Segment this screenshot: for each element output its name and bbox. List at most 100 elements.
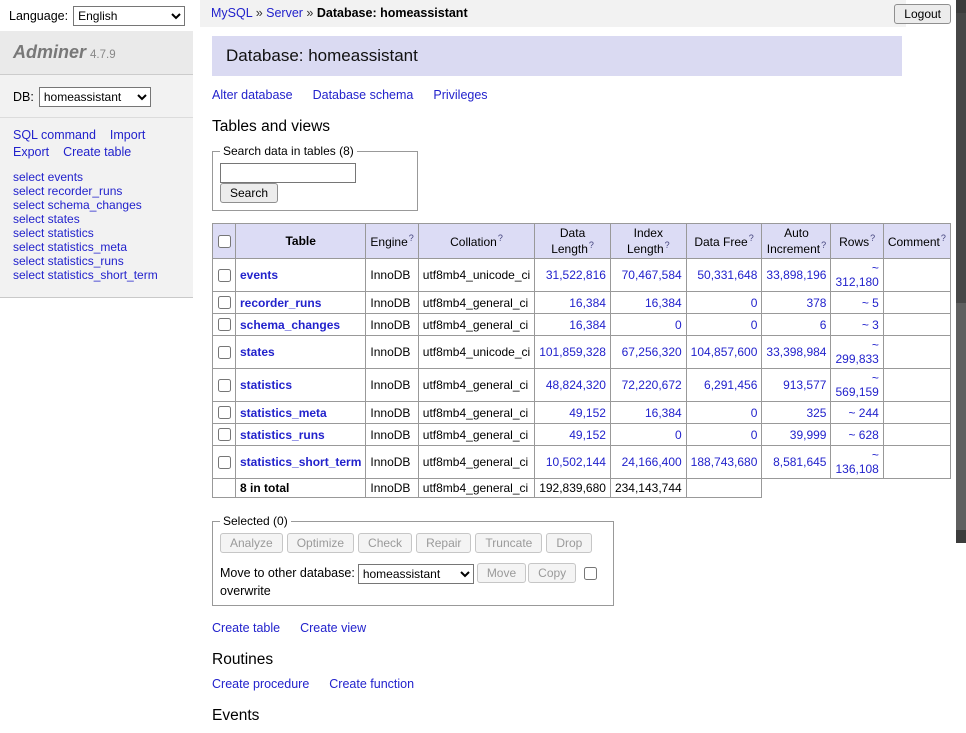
index-length-link[interactable]: 0 [675,428,682,442]
index-length-link[interactable]: 0 [675,318,682,332]
sidebar-select-events[interactable]: select events [13,171,180,184]
help-icon[interactable]: ? [589,240,594,250]
overwrite-checkbox[interactable] [584,567,597,580]
row-checkbox-events[interactable] [218,269,231,282]
auto-increment-link[interactable]: 33,398,984 [766,345,826,359]
scrollbar[interactable] [956,0,966,543]
breadcrumb-link-server[interactable]: Server [266,6,303,20]
auto-increment-link[interactable]: 33,898,196 [766,268,826,282]
language-select[interactable]: English [73,6,185,26]
help-icon[interactable]: ? [409,233,414,243]
index-length-link[interactable]: 16,384 [645,296,682,310]
row-checkbox-statistics-runs[interactable] [218,428,231,441]
index-length-link[interactable]: 70,467,584 [622,268,682,282]
search-input[interactable] [220,163,356,183]
data-free-link[interactable]: 50,331,648 [697,268,757,282]
data-length-link[interactable]: 101,859,328 [539,345,606,359]
data-free-link[interactable]: 6,291,456 [704,378,757,392]
sidebar-link-sql-command[interactable]: SQL command [13,128,96,142]
bulk-optimize-button[interactable]: Optimize [287,533,354,553]
row-checkbox-statistics[interactable] [218,379,231,392]
data-free-link[interactable]: 0 [751,296,758,310]
bulk-check-button[interactable]: Check [358,533,412,553]
sidebar-select-statistics-runs[interactable]: select statistics_runs [13,255,180,268]
auto-increment-link[interactable]: 913,577 [783,378,826,392]
table-link-statistics[interactable]: statistics [240,378,292,392]
sidebar-select-statistics-meta[interactable]: select statistics_meta [13,241,180,254]
privileges-link[interactable]: Privileges [433,88,487,102]
create-view-link[interactable]: Create view [300,621,366,635]
table-link-recorder-runs[interactable]: recorder_runs [240,296,321,310]
index-length-link[interactable]: 72,220,672 [622,378,682,392]
data-length-link[interactable]: 16,384 [569,296,606,310]
sidebar-link-export[interactable]: Export [13,145,49,159]
sidebar-select-statistics[interactable]: select statistics [13,227,180,240]
scroll-up-arrow[interactable] [956,0,966,13]
index-length-link[interactable]: 16,384 [645,406,682,420]
auto-increment-link[interactable]: 6 [820,318,827,332]
sidebar-link-import[interactable]: Import [110,128,145,142]
table-link-statistics-short-term[interactable]: statistics_short_term [240,455,361,469]
help-icon[interactable]: ? [749,233,754,243]
move-button[interactable]: Move [477,563,526,583]
bulk-repair-button[interactable]: Repair [416,533,471,553]
data-free-link[interactable]: 0 [751,318,758,332]
auto-increment-link[interactable]: 8,581,645 [773,455,826,469]
db-select[interactable]: homeassistant [39,87,151,107]
row-checkbox-recorder-runs[interactable] [218,296,231,309]
help-icon[interactable]: ? [498,233,503,243]
move-db-select[interactable]: homeassistant [358,564,474,584]
data-free-link[interactable]: 188,743,680 [691,455,758,469]
create-table-link[interactable]: Create table [212,621,280,635]
rows-link[interactable]: ~ 312,180 [835,261,878,289]
create-procedure-link[interactable]: Create procedure [212,677,309,691]
sidebar-select-states[interactable]: select states [13,213,180,226]
index-length-link[interactable]: 67,256,320 [622,345,682,359]
sidebar-select-statistics-short-term[interactable]: select statistics_short_term [13,269,180,282]
data-length-link[interactable]: 48,824,320 [546,378,606,392]
help-icon[interactable]: ? [941,233,946,243]
rows-link[interactable]: ~ 136,108 [835,448,878,476]
alter-database-link[interactable]: Alter database [212,88,293,102]
data-length-link[interactable]: 10,502,144 [546,455,606,469]
row-checkbox-states[interactable] [218,346,231,359]
select-all-checkbox[interactable] [218,235,231,248]
auto-increment-link[interactable]: 39,999 [790,428,827,442]
bulk-truncate-button[interactable]: Truncate [475,533,542,553]
rows-link[interactable]: ~ 244 [848,406,878,420]
sidebar-select-schema-changes[interactable]: select schema_changes [13,199,180,212]
scroll-down-arrow[interactable] [956,530,966,543]
row-checkbox-statistics-meta[interactable] [218,406,231,419]
table-link-events[interactable]: events [240,268,278,282]
database-schema-link[interactable]: Database schema [313,88,414,102]
scroll-thumb[interactable] [956,13,966,303]
data-free-link[interactable]: 0 [751,428,758,442]
row-checkbox-statistics-short-term[interactable] [218,456,231,469]
table-link-statistics-meta[interactable]: statistics_meta [240,406,327,420]
rows-link[interactable]: ~ 299,833 [835,338,878,366]
breadcrumb-link-mysql[interactable]: MySQL [211,6,252,20]
data-length-link[interactable]: 49,152 [569,406,606,420]
help-icon[interactable]: ? [665,240,670,250]
index-length-link[interactable]: 24,166,400 [622,455,682,469]
search-button[interactable]: Search [220,183,278,203]
help-icon[interactable]: ? [870,233,875,243]
sidebar-link-create-table[interactable]: Create table [63,145,131,159]
create-function-link[interactable]: Create function [329,677,414,691]
rows-link[interactable]: ~ 5 [862,296,879,310]
rows-link[interactable]: ~ 628 [848,428,878,442]
logout-button[interactable]: Logout [894,4,951,24]
rows-link[interactable]: ~ 3 [862,318,879,332]
sidebar-select-recorder-runs[interactable]: select recorder_runs [13,185,180,198]
bulk-drop-button[interactable]: Drop [546,533,592,553]
row-checkbox-schema-changes[interactable] [218,318,231,331]
table-link-schema-changes[interactable]: schema_changes [240,318,340,332]
bulk-analyze-button[interactable]: Analyze [220,533,283,553]
data-length-link[interactable]: 31,522,816 [546,268,606,282]
auto-increment-link[interactable]: 325 [806,406,826,420]
rows-link[interactable]: ~ 569,159 [835,371,878,399]
auto-increment-link[interactable]: 378 [806,296,826,310]
table-link-statistics-runs[interactable]: statistics_runs [240,428,325,442]
copy-button[interactable]: Copy [528,563,576,583]
data-length-link[interactable]: 16,384 [569,318,606,332]
